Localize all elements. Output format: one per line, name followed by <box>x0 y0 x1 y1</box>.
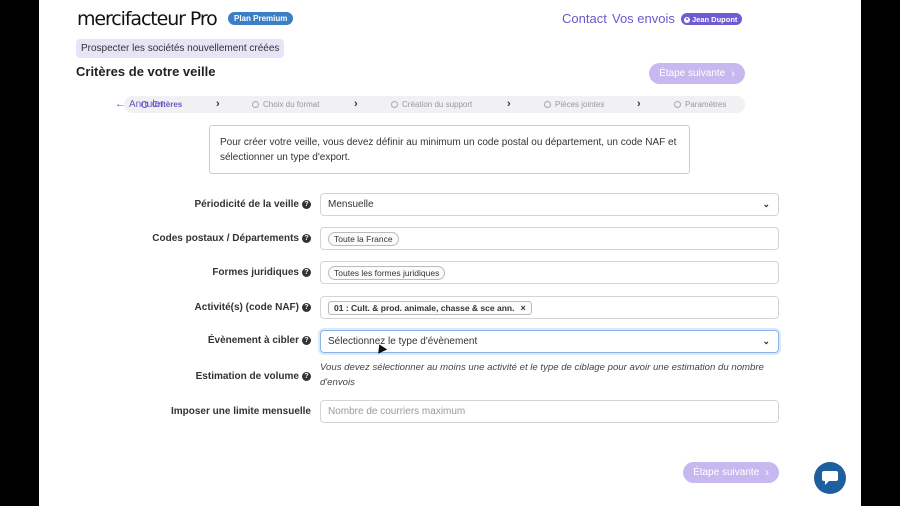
label-text: Évènement à cibler <box>207 335 299 346</box>
cancel-link[interactable]: ← Annuler <box>115 98 163 110</box>
limite-mensuelle-input[interactable]: Nombre de courriers maximum <box>320 400 779 423</box>
label-text: Estimation de volume <box>195 371 299 382</box>
label-text: Périodicité de la veille <box>194 199 300 210</box>
label-text: Imposer une limite mensuelle <box>170 406 311 417</box>
breadcrumb: Prospecter les sociétés nouvellement cré… <box>76 39 285 58</box>
cancel-label: Annuler <box>129 98 164 110</box>
codes-postaux-input[interactable]: Toute la France <box>320 227 779 250</box>
question-circle-icon[interactable]: ? <box>302 268 311 277</box>
step-label: Création du support <box>402 100 473 109</box>
step-label: Choix du format <box>263 100 320 109</box>
next-step-label: Étape suivante <box>659 68 726 79</box>
question-circle-icon[interactable]: ? <box>302 200 311 209</box>
chat-button[interactable] <box>814 462 846 494</box>
input-placeholder: Nombre de courriers maximum <box>328 406 466 417</box>
step-pieces-jointes[interactable]: Pièces jointes <box>544 96 604 113</box>
step-label: Pièces jointes <box>555 100 605 109</box>
info-box: Pour créer votre veille, vous devez défi… <box>209 125 690 174</box>
step-label: Paramètres <box>685 100 727 109</box>
tag[interactable]: 01 : Cult. & prod. animale, chasse & sce… <box>328 300 532 315</box>
next-step-button-bottom[interactable]: Étape suivante › <box>683 462 779 483</box>
label-text: Activité(s) (code NAF) <box>194 302 299 313</box>
chevron-right-icon: › <box>354 98 358 110</box>
select-value: Mensuelle <box>328 199 374 210</box>
step-circle-icon <box>674 101 681 108</box>
next-step-button-top[interactable]: Étape suivante › <box>649 63 745 84</box>
label-codes-postaux: Codes postaux / Départements ? <box>152 233 311 244</box>
label-periodicite: Périodicité de la veille ? <box>194 199 311 210</box>
user-name: Jean Dupont <box>692 15 738 24</box>
question-circle-icon[interactable]: ? <box>302 303 311 312</box>
label-limite: Imposer une limite mensuelle <box>171 406 311 417</box>
label-estimation: Estimation de volume ? <box>196 371 311 382</box>
user-menu[interactable]: Jean Dupont <box>681 13 743 25</box>
stepper: Critères › Choix du format › Création du… <box>124 96 745 113</box>
step-circle-icon <box>252 101 259 108</box>
question-circle-icon[interactable]: ? <box>302 372 311 381</box>
chevron-down-icon: ⌄ <box>762 199 770 209</box>
user-icon <box>684 16 690 23</box>
chevron-down-icon: ⌄ <box>762 336 770 346</box>
estimation-text: Vous devez sélectionner au moins une act… <box>320 362 764 388</box>
label-text: Formes juridiques <box>212 267 299 278</box>
nav-contact-link[interactable]: Contact <box>562 11 607 26</box>
plan-badge: Plan Premium <box>228 12 294 25</box>
activites-input[interactable]: 01 : Cult. & prod. animale, chasse & sce… <box>320 296 779 319</box>
question-circle-icon[interactable]: ? <box>302 234 311 243</box>
close-icon[interactable]: × <box>520 303 525 313</box>
label-formes-juridiques: Formes juridiques ? <box>212 267 311 278</box>
evenement-select[interactable]: Sélectionnez le type d'évènement ⌄ <box>320 330 779 353</box>
chevron-right-icon: › <box>765 466 769 479</box>
formes-juridiques-input[interactable]: Toutes les formes juridiques <box>320 261 779 284</box>
chevron-right-icon: › <box>507 98 511 110</box>
tag[interactable]: Toute la France <box>328 231 399 246</box>
chevron-right-icon: › <box>637 98 641 110</box>
step-creation-support[interactable]: Création du support <box>391 96 472 113</box>
label-evenement: Évènement à cibler ? <box>208 335 311 346</box>
logo[interactable]: mercifacteur Pro <box>77 8 218 30</box>
arrow-left-icon: ← <box>115 98 126 110</box>
chevron-right-icon: › <box>216 98 220 110</box>
step-circle-icon <box>391 101 398 108</box>
label-activites: Activité(s) (code NAF) ? <box>195 302 311 313</box>
nav-envois-link[interactable]: Vos envois <box>612 11 675 26</box>
step-circle-icon <box>544 101 551 108</box>
chevron-right-icon: › <box>731 67 735 80</box>
tag-label: 01 : Cult. & prod. animale, chasse & sce… <box>334 302 515 313</box>
step-parametres[interactable]: Paramètres <box>674 96 726 113</box>
page-title: Critères de votre veille <box>76 64 216 79</box>
label-text: Codes postaux / Départements <box>152 233 299 244</box>
question-circle-icon[interactable]: ? <box>302 336 311 345</box>
step-choix-format[interactable]: Choix du format <box>252 96 319 113</box>
tag[interactable]: Toutes les formes juridiques <box>328 265 446 280</box>
select-value: Sélectionnez le type d'évènement <box>328 336 478 347</box>
periodicite-select[interactable]: Mensuelle ⌄ <box>320 193 779 216</box>
chat-icon <box>822 471 838 485</box>
next-step-label: Étape suivante <box>693 467 760 478</box>
